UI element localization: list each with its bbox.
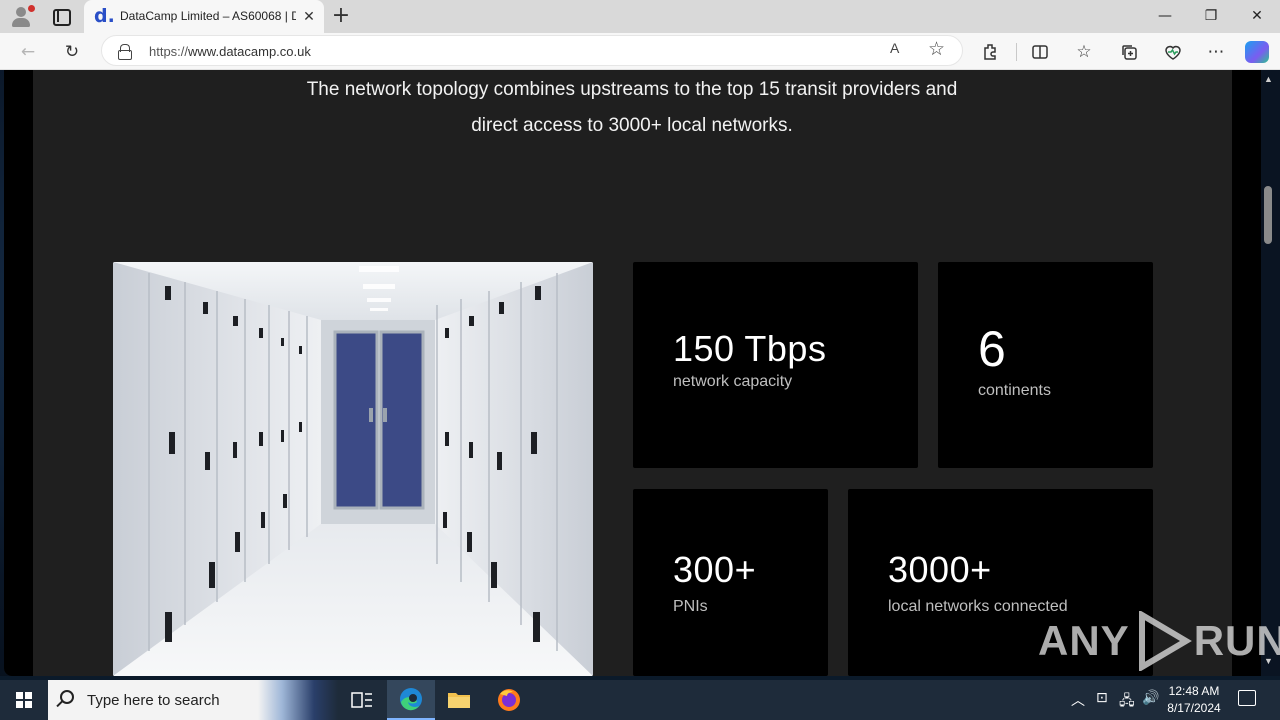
address-bar[interactable]: https://www.datacamp.co.uk A ☆	[101, 35, 963, 66]
url-text[interactable]: https://www.datacamp.co.uk	[149, 44, 311, 59]
stat-label: continents	[978, 382, 1051, 399]
page-scrollbar[interactable]	[1261, 70, 1280, 676]
notifications-icon[interactable]	[1238, 690, 1256, 706]
datacenter-aisle-image	[113, 262, 593, 676]
tab-datacamp[interactable]: d. DataCamp Limited – AS60068 | D ✕	[84, 0, 324, 33]
notification-dot	[28, 5, 35, 12]
intro-line-1: The network topology combines upstreams …	[306, 79, 958, 100]
new-tab-button[interactable]: +	[330, 5, 352, 27]
toolbar-separator	[1016, 43, 1017, 61]
search-highlight-art	[258, 680, 338, 720]
firefox-icon[interactable]	[485, 680, 533, 720]
scroll-up-arrow-icon[interactable]: ▲	[1264, 74, 1273, 84]
edge-taskbar-icon[interactable]	[387, 680, 435, 720]
datacamp-favicon-icon: d.	[94, 5, 115, 27]
anyrun-watermark: ANY RUN	[1038, 610, 1280, 672]
browser-toolbar: ← ↻ https://www.datacamp.co.uk A ☆ ☆ ⋯	[0, 33, 1280, 70]
network-intro-text: The network topology combines upstreams …	[232, 72, 1032, 144]
play-arrow-icon	[1138, 611, 1192, 671]
favorites-icon[interactable]: ☆	[1071, 39, 1097, 65]
search-placeholder: Type here to search	[87, 692, 220, 709]
volume-icon[interactable]: 🔊	[1142, 690, 1159, 706]
page-viewport: The network topology combines upstreams …	[0, 70, 1280, 676]
tab-close-icon[interactable]: ✕	[300, 7, 318, 25]
section-left-edge	[4, 70, 33, 676]
meet-now-icon[interactable]: ⊡	[1096, 690, 1108, 706]
browser-tab-bar: d. DataCamp Limited – AS60068 | D ✕ + — …	[0, 0, 1280, 33]
lock-icon[interactable]	[118, 44, 132, 60]
windows-start-icon[interactable]	[0, 680, 48, 720]
stat-value: 300+	[673, 549, 757, 590]
favorite-star-icon[interactable]: ☆	[928, 38, 945, 60]
stat-card-continents: 6 continents	[938, 262, 1153, 468]
extensions-icon[interactable]	[978, 39, 1004, 65]
intro-line-2: direct access to 3000+ local networks.	[471, 115, 793, 136]
file-explorer-icon[interactable]	[435, 680, 483, 720]
taskbar-search-box[interactable]: Type here to search	[48, 680, 338, 720]
taskbar-clock[interactable]: 12:48 AM 8/17/2024	[1160, 683, 1228, 717]
section-right-edge	[1232, 70, 1261, 676]
split-screen-icon[interactable]	[1027, 39, 1053, 65]
stat-label: PNIs	[673, 598, 708, 615]
search-icon	[60, 690, 74, 704]
stat-card-pnis: 300+ PNIs	[633, 489, 828, 676]
tab-title: DataCamp Limited – AS60068 | D	[120, 9, 296, 23]
stat-value: 3000+	[888, 549, 992, 590]
stat-value: 150 Tbps	[673, 328, 827, 369]
tab-actions-icon[interactable]	[50, 6, 71, 26]
task-view-icon[interactable]	[338, 680, 386, 720]
watermark-right-text: RUN	[1193, 617, 1280, 664]
stat-card-capacity: 150 Tbps network capacity	[633, 262, 918, 468]
collections-icon[interactable]	[1116, 39, 1142, 65]
browser-essentials-icon[interactable]	[1160, 39, 1186, 65]
network-icon[interactable]: 🖧	[1119, 690, 1135, 714]
clock-time: 12:48 AM	[1168, 684, 1220, 698]
back-icon[interactable]: ←	[15, 39, 41, 65]
refresh-icon[interactable]: ↻	[59, 39, 85, 65]
watermark-left-text: ANY	[1038, 617, 1130, 664]
more-icon[interactable]: ⋯	[1203, 39, 1229, 65]
minimize-button[interactable]: —	[1142, 0, 1188, 33]
windows-taskbar: Type here to search ︿ ⊡ 🖧 🔊 12:48 AM 8/1…	[0, 680, 1280, 720]
read-aloud-icon[interactable]: A	[890, 40, 899, 56]
scroll-thumb[interactable]	[1264, 186, 1272, 244]
stat-label: network capacity	[673, 373, 793, 390]
restore-button[interactable]: ❐	[1188, 0, 1234, 33]
tray-overflow-icon[interactable]: ︿	[1071, 690, 1085, 710]
stat-value: 6	[978, 321, 1007, 377]
close-window-button[interactable]: ✕	[1234, 0, 1280, 33]
profile-avatar-icon[interactable]	[8, 4, 36, 28]
copilot-icon[interactable]	[1245, 41, 1269, 63]
clock-date: 8/17/2024	[1167, 701, 1221, 715]
